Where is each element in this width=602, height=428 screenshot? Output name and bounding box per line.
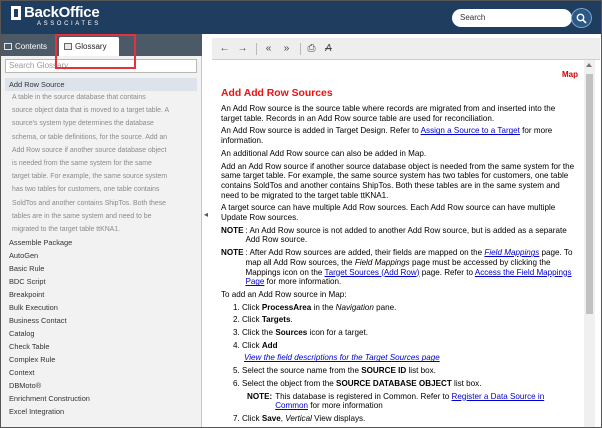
previous-topic-icon[interactable]: « — [261, 41, 276, 56]
glossary-definition-line: source's system type determines the data… — [12, 120, 154, 128]
logo-mark-icon — [11, 6, 21, 20]
search-input[interactable]: Search — [452, 9, 572, 27]
paragraph: Add an Add Row source if another source … — [221, 161, 575, 200]
print-icon[interactable]: ⎙ — [304, 41, 319, 56]
glossary-term[interactable]: BDC Script — [5, 275, 197, 288]
step-item: 7. Click Save, Vertical View displays. — [233, 413, 366, 423]
topic-title: Add Add Row Sources — [221, 88, 333, 99]
glossary-definition-line: A table in the source database that cont… — [12, 94, 146, 101]
note: NOTE : An Add Row source is not added to… — [221, 225, 567, 245]
glossary-term[interactable]: Breakpoint — [5, 288, 197, 301]
panel-collapse-arrow-icon[interactable]: ◂ — [204, 210, 208, 219]
next-topic-icon[interactable]: » — [279, 41, 294, 56]
glossary-term[interactable]: DBMoto® — [5, 379, 197, 392]
topic-content: Map Add Add Row Sources An Add Row sourc… — [212, 60, 584, 428]
logo-subtitle: ASSOCIATES — [37, 21, 101, 27]
note: NOTE : After Add Row sources are added, … — [221, 248, 573, 287]
glossary-definition-line: source object data that is moved to a ta… — [12, 107, 170, 115]
forward-arrow-icon[interactable]: → — [235, 41, 250, 56]
step-item: 2. Click Targets. — [233, 315, 293, 325]
paragraph: A target source can have multiple Add Ro… — [221, 203, 556, 223]
search-icon — [576, 13, 587, 24]
view-field-descriptions-link[interactable]: View the field descriptions for the Targ… — [244, 353, 440, 362]
content-scrollbar[interactable] — [584, 60, 595, 428]
topic-toolbar: ← → « » ⎙ A — [212, 38, 600, 60]
glossary-term[interactable]: AutoGen — [5, 249, 197, 262]
glossary-term[interactable]: Excel Integration — [5, 405, 197, 418]
glossary-definition-line: migrated to the target table ttKNA1. — [12, 225, 121, 233]
paragraph: An Add Row source is added in Target Des… — [221, 126, 553, 146]
glossary-term[interactable]: Assemble Package — [5, 236, 197, 249]
steps-intro: To add an Add Row source in Map: — [221, 289, 347, 299]
glossary-term[interactable]: Business Contact — [5, 314, 197, 327]
step-item: 3. Click the Sources icon for a target. — [233, 328, 369, 338]
glossary-term[interactable]: Basic Rule — [5, 262, 197, 275]
toolbar-divider — [300, 43, 301, 55]
paragraph: An Add Row source is the source table wh… — [221, 104, 556, 123]
target-sources-link[interactable]: Target Sources (Add Row) — [325, 268, 420, 277]
paragraph: An additional Add Row source can also be… — [221, 148, 427, 158]
app-header: BackOffice ASSOCIATES Search — [0, 0, 602, 34]
book-icon — [4, 43, 12, 50]
scroll-thumb[interactable] — [586, 74, 593, 314]
search-button[interactable] — [571, 8, 592, 28]
step-item: 5. Select the source name from the SOURC… — [233, 366, 436, 376]
step-item: 1. Click ProcessArea in the Navigation p… — [233, 302, 397, 312]
glossary-definition-line: has two tables for customers, one table … — [12, 186, 160, 194]
glossary-definition-line: Add Row source if another source databas… — [12, 146, 167, 154]
glossary-definition-line: target table. For example, the same sour… — [12, 173, 168, 181]
tab-contents-label: Contents — [15, 42, 48, 51]
assign-source-link[interactable]: Assign a Source to a Target — [421, 126, 520, 135]
glossary-term-add-row-source[interactable]: Add Row Source — [5, 78, 197, 91]
logo-title: BackOffice — [24, 4, 100, 21]
glossary-term[interactable]: Enrichment Construction — [5, 392, 197, 405]
highlight-annotation-box — [55, 34, 136, 69]
map-link[interactable]: Map — [562, 70, 578, 79]
step-item: 4. Click Add View the field descriptions… — [233, 340, 440, 363]
glossary-term[interactable]: Complex Rule — [5, 353, 197, 366]
glossary-definition-line: is needed from the same system for the s… — [12, 159, 152, 167]
tab-contents[interactable]: Contents — [4, 37, 47, 56]
glossary-definition-line: tables are in the same system and need t… — [12, 212, 152, 220]
back-arrow-icon[interactable]: ← — [217, 41, 232, 56]
glossary-term[interactable]: Check Table — [5, 340, 197, 353]
left-panel: Contents Glossary Search Glossary Add Ro… — [0, 34, 202, 428]
glossary-definition-line: SoldTos and another contains ShipTos. Bo… — [12, 199, 166, 207]
step-note: NOTE: This database is registered in Com… — [247, 391, 545, 411]
scroll-up-arrow-icon[interactable] — [586, 63, 592, 67]
glossary-term[interactable]: Catalog — [5, 327, 197, 340]
glossary-term[interactable]: Context — [5, 366, 197, 379]
field-mappings-link[interactable]: Field Mappings — [484, 248, 539, 257]
glossary-definition-line: schema, or table definitions, for the so… — [12, 133, 168, 141]
steps-list: 1. Click ProcessArea in the Navigation p… — [221, 303, 578, 424]
step-item: 6. Select the object from the SOURCE DAT… — [233, 379, 578, 411]
toolbar-divider — [256, 43, 257, 55]
glossary-term[interactable]: Bulk Execution — [5, 301, 197, 314]
remove-highlight-icon[interactable]: A — [321, 41, 336, 56]
glossary-list: Add Row Source A table in the source dat… — [5, 78, 197, 428]
